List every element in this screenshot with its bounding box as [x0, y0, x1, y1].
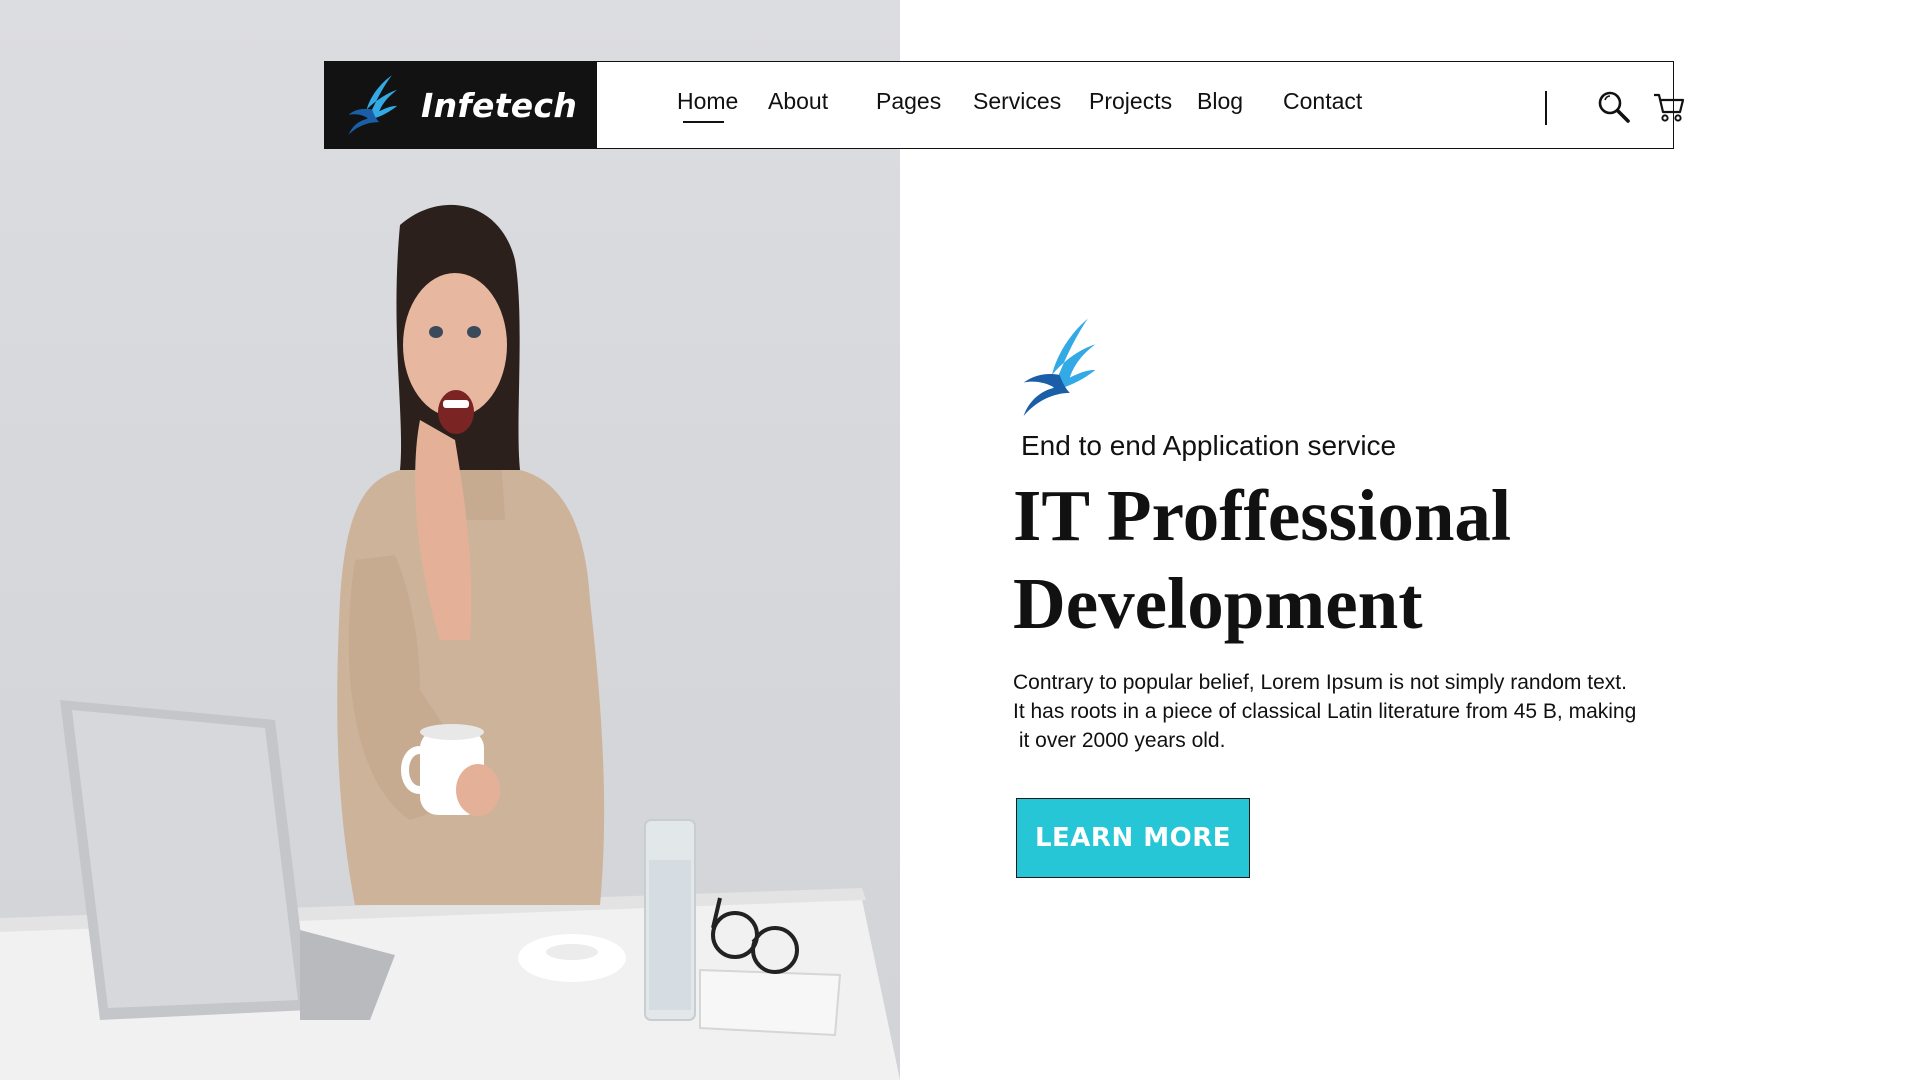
- navbar: Infetech Home About Pages Services Proje…: [324, 61, 1685, 149]
- hero-title: IT Proffessional Development: [1013, 472, 1511, 648]
- hero-description-line: it over 2000 years old.: [1013, 729, 1226, 752]
- nav-item-about[interactable]: About: [768, 88, 828, 115]
- nav-item-pages[interactable]: Pages: [876, 88, 941, 115]
- woman-at-desk-illustration: [0, 204, 900, 1080]
- hero-tagline: End to end Application service: [1021, 430, 1397, 461]
- search-button[interactable]: [1597, 90, 1631, 124]
- landing-page: Infetech Home About Pages Services Proje…: [0, 0, 1920, 1080]
- cart-button[interactable]: [1652, 90, 1686, 124]
- nav-item-home[interactable]: Home: [677, 88, 738, 123]
- nav-item-projects[interactable]: Projects: [1089, 88, 1172, 115]
- cart-icon: [1654, 93, 1685, 122]
- bird-wing-logo-icon: [348, 75, 398, 135]
- hero-description-line: Contrary to popular belief, Lorem Ipsum …: [1013, 671, 1627, 694]
- hero-photo: [0, 0, 900, 1080]
- nav-item-contact[interactable]: Contact: [1283, 88, 1362, 115]
- learn-more-button[interactable]: LEARN MORE: [1016, 798, 1250, 878]
- nav-menu: Home About Pages Services Projects Blog …: [597, 62, 1685, 148]
- hero-description: Contrary to popular belief, Lorem Ipsum …: [1013, 668, 1713, 755]
- hero-title-line: IT Proffessional: [1013, 475, 1512, 556]
- nav-divider: [1545, 91, 1547, 125]
- search-icon: [1598, 91, 1630, 123]
- brand[interactable]: Infetech: [325, 62, 597, 148]
- bird-wing-logo-icon: [1023, 318, 1096, 416]
- hero-title-line: Development: [1013, 563, 1423, 644]
- nav-item-services[interactable]: Services: [973, 88, 1061, 115]
- nav-item-blog[interactable]: Blog: [1197, 88, 1243, 115]
- brand-name: Infetech: [421, 85, 578, 125]
- hero-description-line: It has roots in a piece of classical Lat…: [1013, 700, 1637, 723]
